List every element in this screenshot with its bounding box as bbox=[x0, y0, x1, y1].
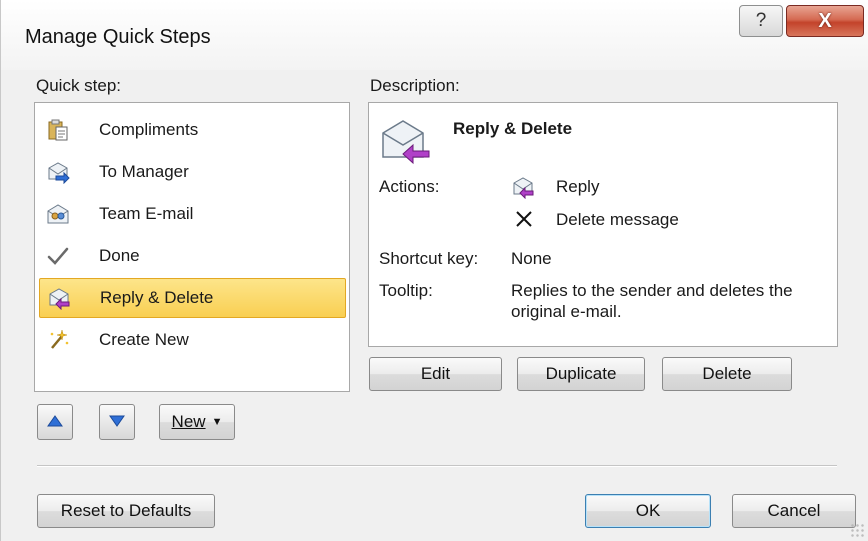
list-item-label: Done bbox=[99, 246, 140, 265]
sparkle-wand-icon bbox=[45, 327, 71, 353]
delete-button[interactable]: Delete bbox=[662, 357, 792, 391]
resize-grip[interactable] bbox=[850, 523, 864, 537]
edit-button[interactable]: Edit bbox=[369, 357, 502, 391]
edit-button-label: Edit bbox=[420, 364, 451, 383]
tooltip-label: Tooltip: bbox=[379, 281, 433, 300]
list-item-reply-delete[interactable]: Reply & Delete bbox=[39, 278, 346, 318]
reply-mail-icon bbox=[511, 175, 535, 204]
team-mail-icon bbox=[45, 201, 71, 227]
chevron-down-icon: ▼ bbox=[211, 416, 223, 428]
clipboard-paste-icon bbox=[45, 117, 71, 143]
tooltip-text-line2: original e-mail. bbox=[511, 302, 622, 321]
move-down-button[interactable] bbox=[99, 404, 135, 440]
arrow-down-icon bbox=[109, 412, 125, 432]
arrow-up-icon bbox=[47, 412, 63, 432]
list-item-label: Create New bbox=[99, 330, 189, 349]
list-item-team-email[interactable]: Team E-mail bbox=[39, 194, 346, 234]
reply-delete-icon bbox=[46, 285, 72, 311]
actions-label: Actions: bbox=[379, 177, 440, 196]
quick-step-list[interactable]: Compliments To Manager Team E-mail Done … bbox=[34, 102, 350, 392]
duplicate-button[interactable]: Duplicate bbox=[517, 357, 645, 391]
window-title: Manage Quick Steps bbox=[25, 26, 211, 48]
cancel-button[interactable]: Cancel bbox=[732, 494, 856, 528]
quick-step-name: Reply & Delete bbox=[453, 119, 573, 138]
action-reply: Reply bbox=[556, 177, 600, 196]
list-item-label: Reply & Delete bbox=[100, 288, 214, 307]
checkmark-icon bbox=[45, 243, 71, 269]
duplicate-button-label: Duplicate bbox=[545, 364, 617, 383]
new-dropdown-button[interactable]: New ▼ bbox=[159, 404, 235, 440]
shortcut-key-value: None bbox=[511, 249, 552, 268]
description-panel: Reply & Delete Actions: Reply Delete mes… bbox=[368, 102, 838, 347]
manage-quick-steps-dialog: Manage Quick Steps ? X Quick step: Compl… bbox=[0, 0, 868, 541]
delete-x-icon bbox=[514, 209, 534, 234]
help-button[interactable]: ? bbox=[739, 5, 783, 37]
delete-button-label: Delete bbox=[702, 364, 752, 383]
reply-delete-large-icon bbox=[379, 117, 431, 170]
move-up-button[interactable] bbox=[37, 404, 73, 440]
cancel-button-label: Cancel bbox=[767, 501, 821, 520]
list-item-create-new[interactable]: Create New bbox=[39, 320, 346, 360]
action-delete-message: Delete message bbox=[556, 210, 679, 229]
list-item-label: Team E-mail bbox=[99, 204, 194, 223]
separator-line bbox=[37, 465, 837, 467]
list-item-label: Compliments bbox=[99, 120, 199, 139]
forward-mail-icon bbox=[45, 159, 71, 185]
help-icon: ? bbox=[755, 10, 767, 31]
new-button-label: New bbox=[171, 412, 206, 431]
list-item-done[interactable]: Done bbox=[39, 236, 346, 276]
tooltip-text-line1: Replies to the sender and deletes the bbox=[511, 281, 793, 300]
list-item-label: To Manager bbox=[99, 162, 189, 181]
shortcut-key-label: Shortcut key: bbox=[379, 249, 479, 268]
reset-to-defaults-button[interactable]: Reset to Defaults bbox=[37, 494, 215, 528]
reset-button-label: Reset to Defaults bbox=[60, 501, 192, 520]
list-item-to-manager[interactable]: To Manager bbox=[39, 152, 346, 192]
close-button[interactable]: X bbox=[786, 5, 864, 37]
ok-button-label: OK bbox=[635, 501, 661, 520]
quick-step-label: Quick step: bbox=[36, 76, 122, 95]
list-item-compliments[interactable]: Compliments bbox=[39, 110, 346, 150]
close-icon: X bbox=[818, 9, 832, 32]
description-label: Description: bbox=[370, 76, 460, 95]
ok-button[interactable]: OK bbox=[585, 494, 711, 528]
title-bar[interactable]: Manage Quick Steps ? X bbox=[1, 0, 868, 70]
